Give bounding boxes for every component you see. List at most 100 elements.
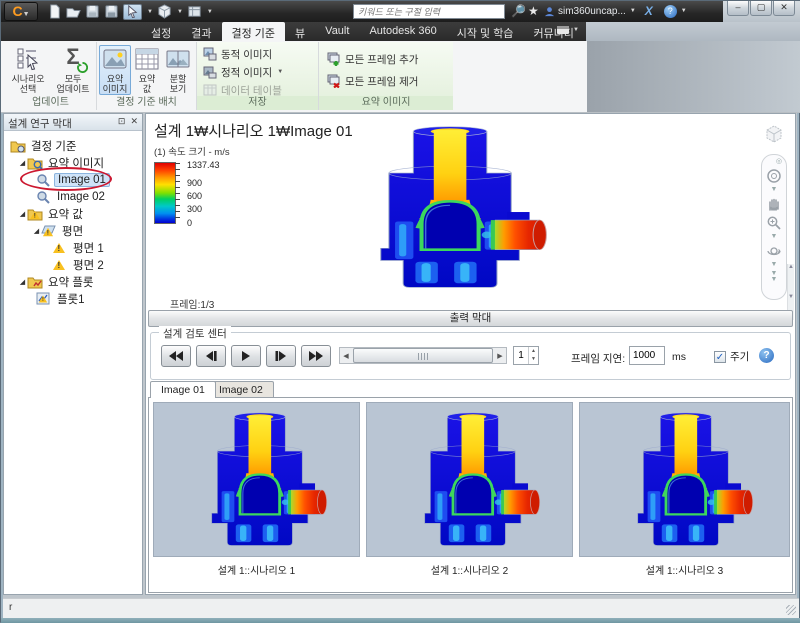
last-frame-button[interactable] [301,345,331,367]
ribbon-tabs: 설정 결과 결정 기준 뷰 Vault Autodesk 360 시작 및 학습… [141,22,584,41]
search-input[interactable] [353,4,505,19]
plane-item-icon [41,224,56,238]
close-panel-icon[interactable]: ✕ [130,116,138,128]
steering-wheel-icon[interactable] [766,168,782,184]
favorites-star-icon[interactable]: ★ [528,4,539,19]
chevron-down-icon: ▼ [277,69,284,75]
chevron-down-icon[interactable]: ▼ [147,9,153,15]
tree-item-plane[interactable]: ◢ 평면 [4,222,142,239]
thumbnail-scenario-2[interactable] [366,402,573,557]
select-tool-button[interactable] [123,3,142,20]
ribbon-tab-bar: 설정 결과 결정 기준 뷰 Vault Autodesk 360 시작 및 학습… [1,22,800,41]
tree-item-summary-plot[interactable]: ◢ 요약 플롯 [4,273,142,290]
save-as-icon[interactable] [104,4,119,19]
minimize-button[interactable]: ‒ [727,1,749,16]
bottom-tab-image-01[interactable]: Image 01 [150,381,216,398]
chevron-down-icon[interactable]: ▼ [771,233,778,240]
static-image-button[interactable]: 정적 이미지 ▼ [203,64,283,80]
float-panel-icon[interactable]: ⊡ [118,116,126,128]
pan-hand-icon[interactable] [766,196,782,212]
summary-value-button[interactable]: 요약 값 [133,45,161,95]
scroll-right-icon[interactable]: ▶ [494,352,506,360]
cfd-valve-image[interactable] [338,122,554,294]
tree-item-plot-1[interactable]: 플롯1 [4,290,142,307]
tree-item-plane-2[interactable]: 평면 2 [4,256,142,273]
orbit-icon[interactable] [766,243,782,259]
tree-item-summary-image[interactable]: ◢ 요약 이미지 [4,154,142,171]
new-file-icon[interactable] [47,4,62,19]
open-file-icon[interactable] [66,4,81,19]
tree-expand-icon[interactable]: ◢ [18,159,27,167]
scroll-left-icon[interactable]: ◀ [340,352,352,360]
chevron-down-icon[interactable]: ▼ [771,261,778,268]
zoom-icon[interactable] [766,215,782,231]
status-bar: r [3,598,799,618]
search-binoculars-icon[interactable]: 🔎 [511,4,526,19]
tab-vault[interactable]: Vault [315,22,359,41]
thumbnail-scenario-3[interactable] [579,402,790,557]
first-frame-button[interactable] [161,345,191,367]
close-navbar-icon[interactable]: ◎ [776,158,782,165]
frame-delay-input[interactable] [629,346,665,365]
chevron-down-icon: ▼ [629,8,636,14]
thumbnail-scenario-1[interactable] [153,402,360,557]
cycle-option[interactable]: ✓ 주기 [714,349,749,364]
design-review-center: 설계 검토 센터 ◀ ▶ 1 ▲ ▼ 프레임 지연: 1000 ms ✓ 주기 … [150,326,791,380]
application-menu-button[interactable]: C▼ [4,2,38,21]
design-study-bar-title: 설계 연구 막대 [8,118,72,130]
next-frame-button[interactable] [266,345,296,367]
warning-item-icon [52,258,67,272]
tree-item-decision-criteria[interactable]: 결정 기준 [4,137,142,154]
ribbon-minimize-control[interactable]: ▼ [556,25,579,35]
tree-item-summary-value[interactable]: ◢ 요약 값 [4,205,142,222]
view-cube-icon[interactable] [763,124,785,144]
tab-getting-started[interactable]: 시작 및 학습 [447,22,524,41]
tab-view[interactable]: 뷰 [285,22,315,41]
frame-number-spinner[interactable]: 1 ▲ ▼ [513,346,539,365]
update-all-button[interactable]: Σ 모두 업데이트 [51,45,95,95]
chevron-down-icon[interactable]: ▼ [177,9,183,15]
save-icon[interactable] [85,4,100,19]
tree-expand-icon[interactable]: ◢ [32,227,41,235]
summary-image-button[interactable]: 요약 이미지 [99,45,131,95]
bottom-tab-image-02[interactable]: Image 02 [208,381,274,398]
cube-tool-icon[interactable] [157,4,172,19]
navbar-overflow-icon[interactable]: ▼ ▼ [771,270,778,283]
table-tool-icon[interactable] [187,4,202,19]
remove-all-frames-button[interactable]: 모든 프레임 제거 [327,73,418,89]
add-all-frames-button[interactable]: 모든 프레임 추가 [327,51,418,67]
frame-scrollbar[interactable]: ◀ ▶ [339,347,507,364]
cycle-label: 주기 [730,351,750,363]
resize-grip[interactable] [786,605,796,615]
tab-results[interactable]: 결과 [181,22,221,41]
dynamic-image-button[interactable]: 동적 이미지 [203,46,272,62]
data-table-icon [203,84,217,96]
tree-item-image-01[interactable]: Image 01 [4,167,142,191]
close-button[interactable]: ✕ [773,1,795,16]
ribbon-group-update: 시나리오 선택 Σ 모두 업데이트 업데이트 [5,42,97,110]
signin-account[interactable]: sim360uncap... ▼ X ? ▼ [544,4,687,18]
scrollbar-thumb[interactable] [353,348,493,363]
chevron-down-icon[interactable]: ▼ [771,186,778,193]
output-bar-button[interactable]: 출력 막대 [148,310,793,327]
scenario-select-button[interactable]: 시나리오 선택 [7,45,49,95]
tree-expand-icon[interactable]: ◢ [18,278,27,286]
tab-settings[interactable]: 설정 [141,22,181,41]
spinner-arrows[interactable]: ▲ ▼ [528,347,538,364]
split-view-button[interactable]: 분할 보기 [163,45,193,95]
help-icon[interactable]: ? [663,4,677,18]
tree-item-plane-1[interactable]: 평면 1 [4,239,142,256]
maximize-button[interactable]: ▢ [750,1,772,16]
design-review-center-title: 설계 검토 센터 [159,326,231,341]
help-icon[interactable]: ? [759,348,774,363]
tab-decision-criteria[interactable]: 결정 기준 [221,22,286,41]
play-button[interactable] [231,345,261,367]
exchange-apps-icon[interactable]: X [645,4,653,18]
tab-autodesk-360[interactable]: Autodesk 360 [359,22,446,41]
toolbar-overflow-icon[interactable]: ▼ [207,9,213,15]
tree-item-image-02[interactable]: Image 02 [4,188,142,205]
frame-number-value[interactable]: 1 [514,347,528,364]
cycle-checkbox[interactable]: ✓ [714,350,726,363]
previous-frame-button[interactable] [196,345,226,367]
tree-expand-icon[interactable]: ◢ [18,210,27,218]
